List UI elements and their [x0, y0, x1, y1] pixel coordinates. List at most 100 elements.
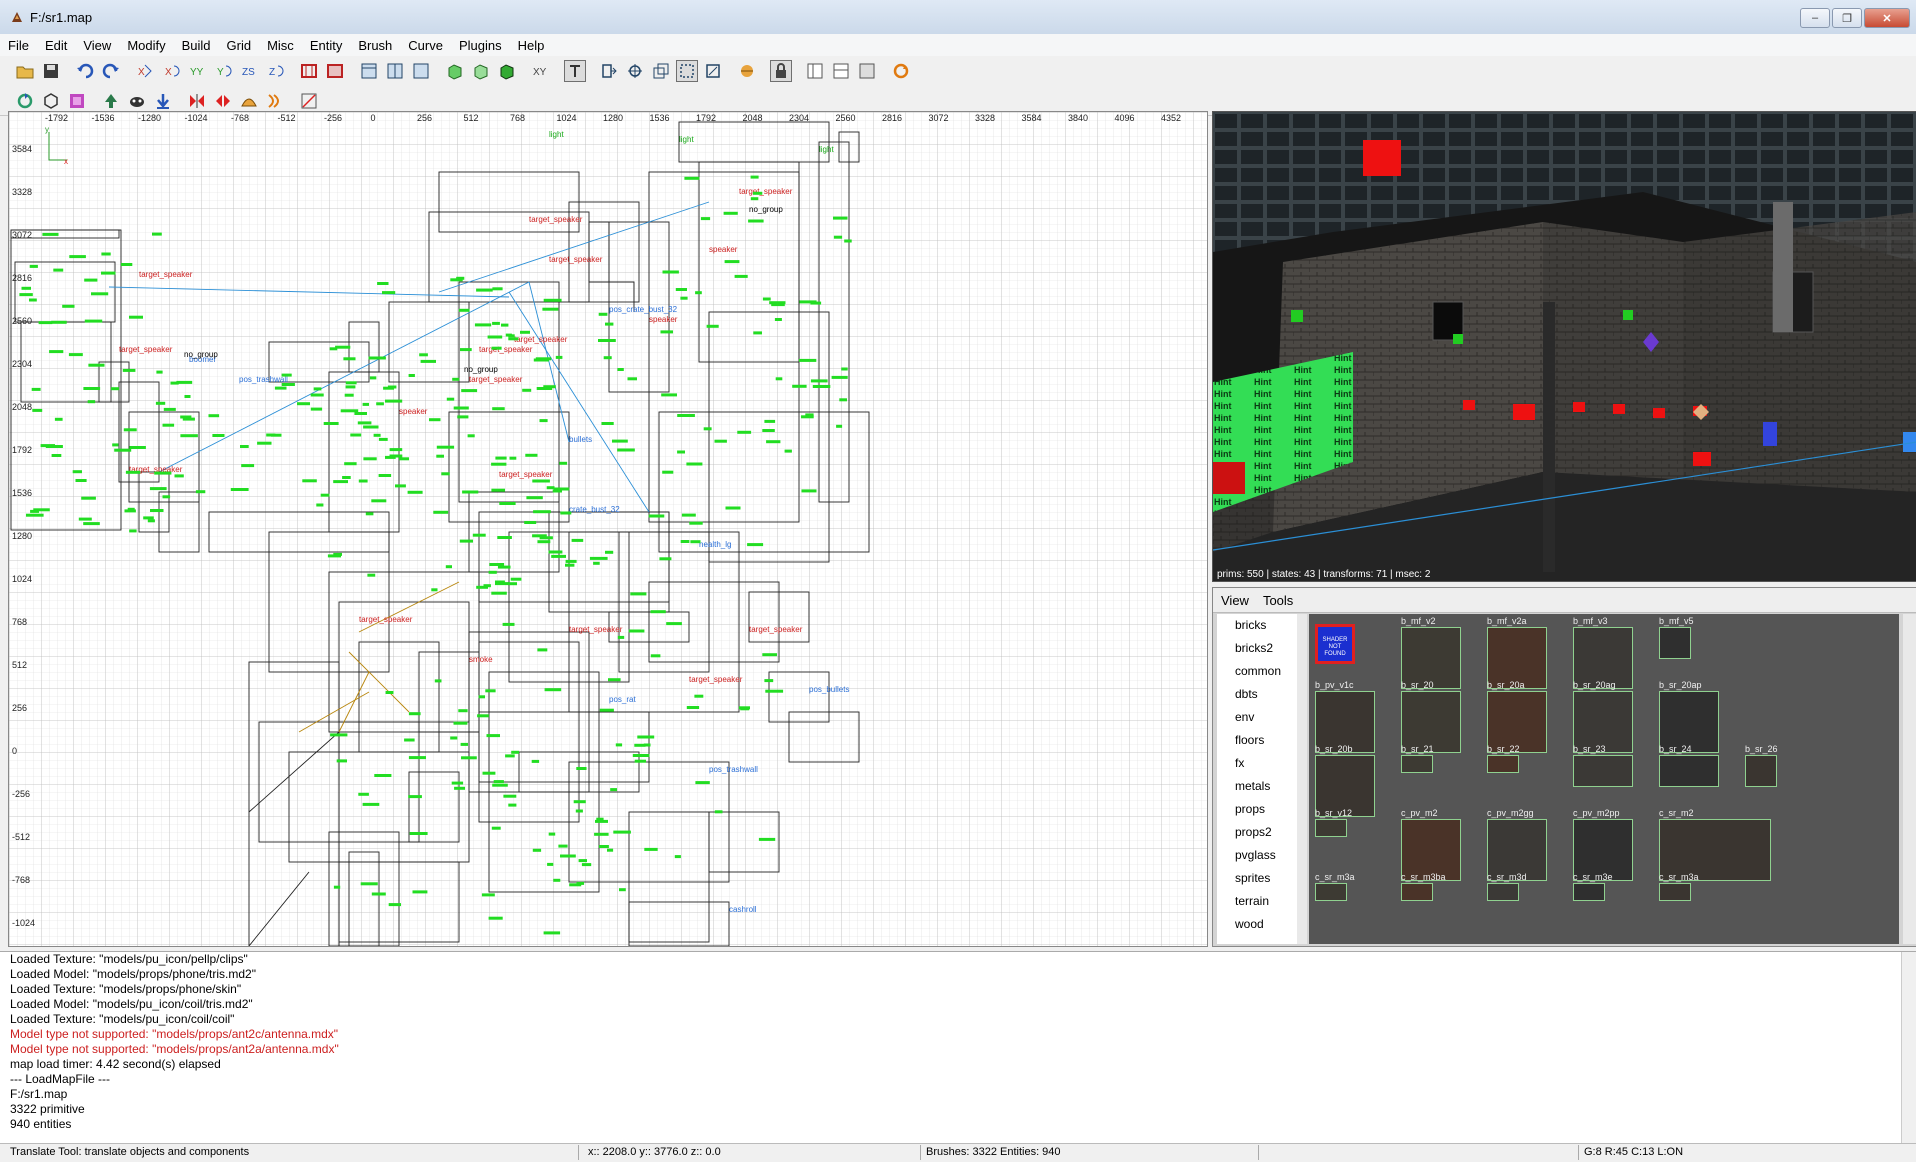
scale-button[interactable] — [702, 60, 724, 82]
texture-tile-missing[interactable]: SHADER NOT FOUND — [1315, 624, 1355, 664]
entity-marker — [377, 282, 389, 285]
select-partial-button[interactable] — [676, 60, 698, 82]
entity-marker — [686, 706, 700, 709]
split-button[interactable] — [186, 90, 208, 112]
folder-fx[interactable]: fx — [1217, 752, 1297, 775]
undo-button[interactable] — [74, 60, 96, 82]
clipper-button[interactable] — [298, 90, 320, 112]
texture-button[interactable] — [66, 90, 88, 112]
layout-2-button[interactable] — [830, 60, 852, 82]
folder-metals[interactable]: metals — [1217, 775, 1297, 798]
menu-view[interactable]: View — [75, 38, 119, 53]
menu-help[interactable]: Help — [510, 38, 553, 53]
y-tick-label: 256 — [12, 703, 27, 713]
menu-entity[interactable]: Entity — [302, 38, 351, 53]
lock-button[interactable] — [770, 60, 792, 82]
entity-marker — [565, 559, 577, 563]
view-xy-button[interactable] — [358, 60, 380, 82]
layout-3-button[interactable] — [856, 60, 878, 82]
menu-brush[interactable]: Brush — [350, 38, 400, 53]
close-button[interactable]: ✕ — [1864, 8, 1910, 28]
tree-button[interactable] — [100, 90, 122, 112]
texture-browser[interactable]: SHADER NOT FOUND b_mf_v2 b_mf_v2a b_mf_v3 b… — [1309, 614, 1899, 944]
csg-merge-button[interactable] — [324, 60, 346, 82]
texture-scrollbar[interactable] — [1903, 614, 1916, 944]
grid-view-xy[interactable]: -1792 -1536 -1280 -1024 -768 -512 -256 0 256 512 7… — [8, 111, 1208, 947]
cycle-button[interactable] — [14, 90, 36, 112]
endcap-button[interactable] — [264, 90, 286, 112]
menu-curve[interactable]: Curve — [400, 38, 451, 53]
rotate-y-button[interactable]: Y — [212, 60, 234, 82]
camera-stats: prims: 550 | states: 43 | transforms: 71… — [1217, 569, 1431, 580]
entity-marker — [460, 348, 472, 352]
redo-button[interactable] — [100, 60, 122, 82]
menu-modify[interactable]: Modify — [119, 38, 173, 53]
texture-menu-tools[interactable]: Tools — [1263, 593, 1293, 608]
flip-x-button[interactable]: X — [134, 60, 156, 82]
patch-button[interactable] — [736, 60, 758, 82]
select-inside-button[interactable] — [598, 60, 620, 82]
entity-marker — [373, 433, 381, 437]
menu-misc[interactable]: Misc — [259, 38, 302, 53]
entity-marker — [257, 441, 272, 445]
menu-plugins[interactable]: Plugins — [451, 38, 510, 53]
console-scrollbar[interactable] — [1901, 952, 1916, 1144]
folder-terrain[interactable]: terrain — [1217, 890, 1297, 913]
folder-floors[interactable]: floors — [1217, 729, 1297, 752]
undo-icon — [77, 63, 94, 79]
select-touching-button[interactable] — [624, 60, 646, 82]
csg-subtract-button[interactable] — [298, 60, 320, 82]
folder-props[interactable]: props — [1217, 798, 1297, 821]
save-button[interactable] — [40, 60, 62, 82]
camera-view[interactable]: Hint prims: 550 | states: 43 | transfor — [1212, 111, 1916, 582]
mirror-button[interactable] — [212, 90, 234, 112]
minimize-button[interactable]: – — [1800, 8, 1830, 28]
cube-xray-button[interactable] — [470, 60, 492, 82]
x-tick-label: 0 — [371, 113, 376, 123]
cube-clip-button[interactable] — [444, 60, 466, 82]
flip-y-button[interactable]: YY — [186, 60, 208, 82]
folder-bricks2[interactable]: bricks2 — [1217, 637, 1297, 660]
menu-file[interactable]: File — [0, 38, 37, 53]
menu-edit[interactable]: Edit — [37, 38, 75, 53]
change-views-button[interactable]: XY — [530, 60, 552, 82]
entity-marker — [553, 878, 561, 882]
entity-marker — [537, 648, 548, 652]
cube-solid-button[interactable] — [496, 60, 518, 82]
bevel-button[interactable] — [238, 90, 260, 112]
entity-marker — [565, 563, 575, 567]
drop-button[interactable] — [152, 90, 174, 112]
view-xz-button[interactable] — [384, 60, 406, 82]
maximize-button[interactable]: ❐ — [1832, 8, 1862, 28]
refresh-button[interactable] — [890, 60, 912, 82]
folder-scrollbar[interactable] — [1297, 614, 1307, 944]
folder-sprites[interactable]: sprites — [1217, 867, 1297, 890]
folder-props2[interactable]: props2 — [1217, 821, 1297, 844]
select-complete-button[interactable] — [650, 60, 672, 82]
layout-1-button[interactable] — [804, 60, 826, 82]
entity-marker — [431, 588, 438, 592]
folder-env[interactable]: env — [1217, 706, 1297, 729]
folder-wood[interactable]: wood — [1217, 913, 1297, 936]
entity-marker — [576, 881, 585, 885]
folder-dbts[interactable]: dbts — [1217, 683, 1297, 706]
folder-bricks[interactable]: bricks — [1217, 614, 1297, 637]
menu-build[interactable]: Build — [174, 38, 219, 53]
translate-tool-button[interactable] — [564, 60, 586, 82]
grid-canvas[interactable]: -1792 -1536 -1280 -1024 -768 -512 -256 0 256 512 7… — [9, 112, 1207, 946]
monster-button[interactable] — [126, 90, 148, 112]
entity-marker — [491, 826, 501, 830]
entity-marker — [833, 235, 843, 239]
rotate-z-button[interactable]: Z — [264, 60, 286, 82]
menu-grid[interactable]: Grid — [219, 38, 260, 53]
folder-common[interactable]: common — [1217, 660, 1297, 683]
console-log[interactable]: Loaded Texture: "models/pu_icon/pellp/cl… — [0, 951, 1916, 1144]
view-yz-button[interactable] — [410, 60, 432, 82]
open-button[interactable] — [14, 60, 36, 82]
rotate-x-button[interactable]: X — [160, 60, 182, 82]
hexagon-button[interactable] — [40, 90, 62, 112]
texture-menu-view[interactable]: View — [1221, 593, 1249, 608]
flip-z-button[interactable]: ZS — [238, 60, 260, 82]
folder-pvglass[interactable]: pvglass — [1217, 844, 1297, 867]
camera-render[interactable]: Hint prims: 550 | states: 43 | transfor — [1213, 112, 1916, 581]
